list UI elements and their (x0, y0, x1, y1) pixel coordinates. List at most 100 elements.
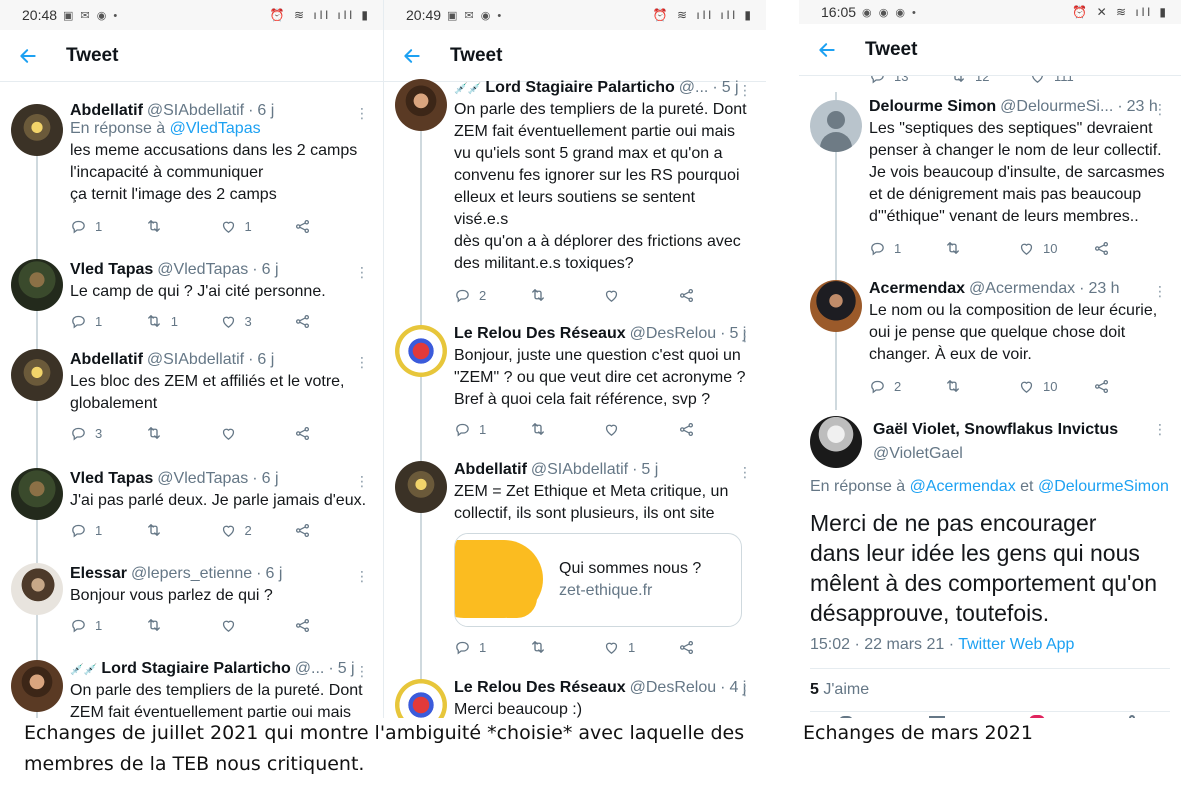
author-handle[interactable]: @VioletGael (873, 442, 1118, 466)
back-arrow-icon[interactable] (815, 38, 839, 62)
more-icon[interactable]: ⋮ (355, 106, 369, 120)
retweet-button[interactable] (529, 420, 604, 438)
like-button[interactable]: 111 (1029, 76, 1109, 85)
more-icon[interactable]: ⋮ (738, 329, 752, 343)
avatar[interactable] (11, 468, 63, 520)
like-button[interactable]: 2 (220, 522, 295, 539)
author-name[interactable]: Abdellatif (454, 461, 527, 479)
avatar[interactable] (395, 461, 447, 513)
avatar[interactable] (11, 563, 63, 615)
tweet[interactable]: Abdellatif @SIAbdellatif · 6 j ⋮ En réponse… (0, 102, 383, 236)
tweet[interactable]: Vled Tapas @VledTapas · 6 j ⋮ Le camp de qu… (0, 259, 383, 331)
author-handle[interactable]: @DesRelou (630, 325, 717, 343)
tweet[interactable]: Delourme Simon @DelourmeSi... · 23 h ⋮ Les … (799, 98, 1181, 258)
tweet[interactable]: 💉💉 Lord Stagiaire Palarticho @... · 5 j ⋮ On… (0, 660, 383, 718)
reply-button[interactable]: 1 (454, 639, 529, 656)
author-handle[interactable]: @SIAbdellatif (531, 461, 628, 479)
retweet-button[interactable] (529, 638, 604, 656)
reply-button[interactable]: 1 (70, 617, 145, 634)
reply-button[interactable]: 1 (454, 421, 529, 438)
author-name[interactable]: Abdellatif (70, 102, 143, 120)
share-button[interactable] (678, 421, 753, 438)
author-name[interactable]: Vled Tapas (70, 261, 153, 279)
reply-button[interactable]: 2 (869, 378, 944, 395)
share-button[interactable] (294, 218, 369, 235)
avatar[interactable] (395, 325, 447, 377)
retweet-button[interactable] (944, 377, 1019, 395)
retweet-button[interactable] (145, 616, 220, 634)
author-name[interactable]: Lord Stagiaire Palarticho (101, 660, 290, 678)
author-handle[interactable]: @VledTapas (157, 261, 248, 279)
retweet-button[interactable] (529, 286, 604, 304)
back-arrow-icon[interactable] (16, 44, 40, 68)
more-icon[interactable]: ⋮ (355, 355, 369, 369)
author-name[interactable]: Abdellatif (70, 351, 143, 369)
source-app-link[interactable]: Twitter Web App (958, 636, 1074, 653)
reply-button[interactable]: 1 (869, 240, 944, 257)
reply-button[interactable]: 2 (454, 287, 529, 304)
tweet[interactable]: 💉💉 Lord Stagiaire Palarticho @... · 5 j ⋮ On… (384, 79, 766, 305)
share-button[interactable] (294, 522, 369, 539)
tweet[interactable]: Acermendax @Acermendax · 23 h ⋮ Le nom ou l… (799, 280, 1181, 396)
more-icon[interactable]: ⋮ (355, 474, 369, 488)
retweet-button[interactable] (145, 424, 220, 442)
author-name[interactable]: Elessar (70, 565, 127, 583)
avatar[interactable] (810, 280, 862, 332)
avatar[interactable] (11, 349, 63, 401)
author-handle[interactable]: @DelourmeSi... (1000, 98, 1113, 116)
retweet-button[interactable]: 1 (145, 312, 220, 330)
like-button[interactable]: 10 (1018, 378, 1093, 395)
reply-button[interactable]: 1 (70, 313, 145, 330)
author-name[interactable]: Gaël Violet, Snowflakus Invictus (873, 418, 1118, 442)
more-icon[interactable]: ⋮ (738, 465, 752, 479)
like-button[interactable] (603, 287, 678, 304)
author-name[interactable]: Vled Tapas (70, 470, 153, 488)
avatar[interactable] (395, 79, 447, 131)
like-button[interactable]: 1 (603, 639, 678, 656)
share-button[interactable] (678, 287, 753, 304)
tweet[interactable]: Le Relou Des Réseaux @DesRelou · 5 j ⋮ Bonj… (384, 325, 766, 439)
author-handle[interactable]: @SIAbdellatif (147, 102, 244, 120)
author-name[interactable]: Le Relou Des Réseaux (454, 325, 626, 343)
more-icon[interactable]: ⋮ (1153, 422, 1167, 436)
reply-button[interactable]: 1 (70, 218, 145, 235)
author-name[interactable]: Acermendax (869, 280, 965, 298)
retweet-button[interactable] (145, 521, 220, 539)
author-handle[interactable]: @lepers_etienne (131, 565, 252, 583)
tweet[interactable]: Le Relou Des Réseaux @DesRelou · 4 j ⋮ Merc… (384, 679, 766, 718)
reply-button[interactable]: 13 (869, 76, 949, 85)
reply-button[interactable]: 3 (70, 425, 145, 442)
more-icon[interactable]: ⋮ (355, 265, 369, 279)
avatar[interactable] (395, 679, 447, 718)
author-handle[interactable]: @SIAbdellatif (147, 351, 244, 369)
link-card[interactable]: Qui sommes nous ? zet-ethique.fr (454, 533, 742, 627)
author-handle[interactable]: @VledTapas (157, 470, 248, 488)
more-icon[interactable]: ⋮ (355, 569, 369, 583)
author-handle[interactable]: @Acermendax (969, 280, 1075, 298)
like-button[interactable]: 10 (1018, 240, 1093, 257)
tweet[interactable]: Abdellatif @SIAbdellatif · 5 j ⋮ ZEM = Zet … (384, 461, 766, 657)
retweet-button[interactable] (145, 217, 220, 235)
avatar[interactable] (810, 416, 862, 468)
avatar[interactable] (11, 104, 63, 156)
like-button[interactable] (603, 421, 678, 438)
share-button[interactable] (1093, 240, 1168, 257)
mention-link[interactable]: @Acermendax (910, 478, 1016, 495)
author-handle[interactable]: @DesRelou (630, 679, 717, 697)
more-icon[interactable]: ⋮ (738, 83, 752, 97)
tweet[interactable]: Abdellatif @SIAbdellatif · 6 j ⋮ Les bloc d… (0, 349, 383, 443)
mention-link[interactable]: @VledTapas (170, 120, 261, 137)
author-handle[interactable]: @... (295, 660, 325, 678)
more-icon[interactable]: ⋮ (738, 683, 752, 697)
back-arrow-icon[interactable] (400, 44, 424, 68)
more-icon[interactable]: ⋮ (1153, 102, 1167, 116)
more-icon[interactable]: ⋮ (355, 664, 369, 678)
share-button[interactable] (1093, 378, 1168, 395)
tweet[interactable]: Elessar @lepers_etienne · 6 j ⋮ Bonjour vou… (0, 563, 383, 635)
retweet-button[interactable]: 12 (949, 76, 1029, 85)
share-button[interactable] (294, 617, 369, 634)
author-handle[interactable]: @... (679, 79, 709, 97)
avatar[interactable] (11, 259, 63, 311)
reply-button[interactable]: 1 (70, 522, 145, 539)
mention-link[interactable]: @DelourmeSimon (1038, 478, 1169, 495)
